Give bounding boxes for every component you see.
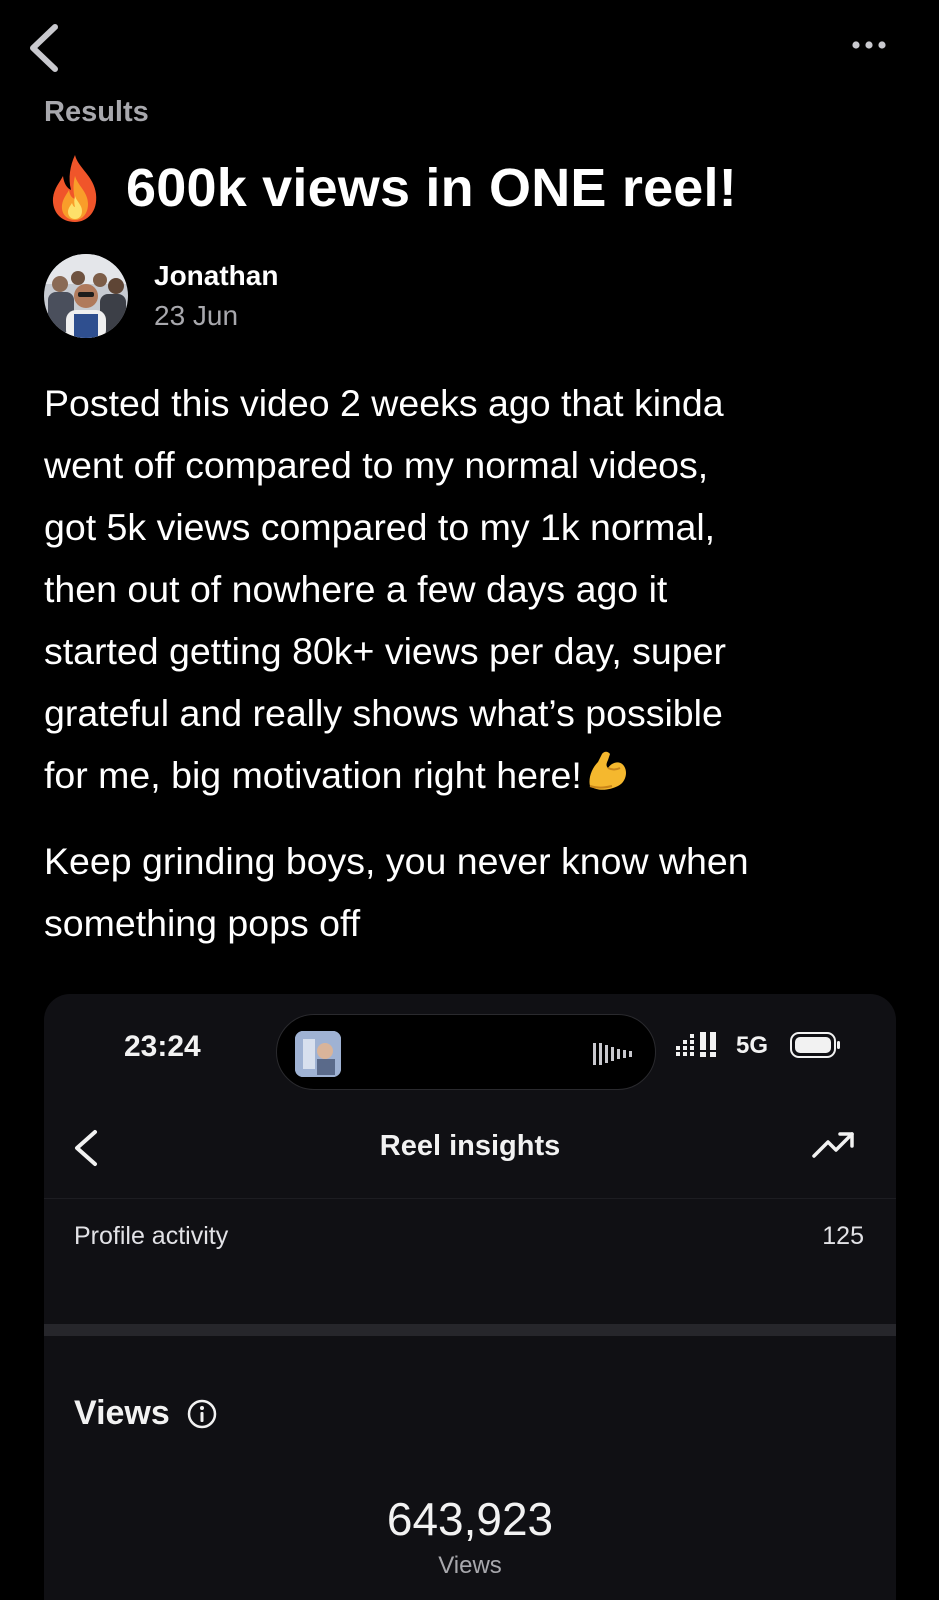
post-line: Keep grinding boys, you never know when bbox=[44, 840, 749, 882]
top-bar bbox=[0, 0, 939, 100]
breadcrumb[interactable]: Results bbox=[44, 96, 149, 129]
views-heading-label: Views bbox=[74, 1394, 170, 1432]
views-count: 643,923 bbox=[386, 1493, 554, 1545]
post-title: 600k views in ONE reel! bbox=[126, 158, 737, 218]
signal-icon bbox=[676, 1032, 716, 1057]
flexed-biceps-icon bbox=[589, 751, 626, 790]
post-date: 23 Jun bbox=[154, 300, 239, 331]
status-time: 23:24 bbox=[124, 1030, 201, 1063]
post-paragraph-2: Keep grinding boys, you never know when … bbox=[44, 830, 914, 954]
post-line: went off compared to my normal videos, bbox=[44, 444, 709, 486]
profile-activity-label: Profile activity bbox=[74, 1222, 229, 1250]
post-line: then out of nowhere a few days ago it bbox=[44, 568, 668, 610]
post-line: got 5k views compared to my 1k normal, bbox=[44, 506, 716, 548]
fire-icon bbox=[52, 155, 97, 222]
insights-title: Reel insights bbox=[379, 1130, 561, 1162]
post-line: Posted this video 2 weeks ago that kinda bbox=[44, 382, 724, 424]
section-divider bbox=[44, 1324, 896, 1336]
post-body: Posted this video 2 weeks ago that kinda… bbox=[44, 372, 914, 978]
profile-activity-value: 125 bbox=[822, 1222, 864, 1250]
audio-waveform-icon bbox=[593, 1043, 632, 1065]
chevron-left-icon bbox=[30, 24, 58, 72]
author-meta: Jonathan 23 Jun bbox=[154, 260, 278, 332]
divider bbox=[44, 1198, 896, 1199]
post-line: for me, big motivation right here! bbox=[44, 754, 582, 796]
author-name[interactable]: Jonathan bbox=[154, 260, 278, 292]
info-icon[interactable] bbox=[186, 1398, 218, 1430]
post-paragraph-1: Posted this video 2 weeks ago that kinda… bbox=[44, 372, 914, 806]
avatar[interactable] bbox=[44, 254, 128, 338]
network-label: 5G bbox=[736, 1032, 769, 1059]
avatar-photo bbox=[44, 254, 128, 338]
post-line: started getting 80k+ views per day, supe… bbox=[44, 630, 726, 672]
views-caption: Views bbox=[438, 1552, 502, 1579]
post-title-row: 600k views in ONE reel! bbox=[44, 148, 737, 228]
trending-up-icon[interactable] bbox=[812, 1130, 856, 1160]
media-thumbnail bbox=[295, 1031, 341, 1077]
views-heading: Views bbox=[74, 1394, 218, 1433]
embedded-screenshot[interactable]: 23:24 5G Reel insights Profile activity … bbox=[44, 994, 896, 1600]
dynamic-island bbox=[276, 1014, 656, 1090]
back-button[interactable] bbox=[22, 20, 66, 76]
author-row: Jonathan 23 Jun bbox=[44, 254, 278, 338]
battery-icon bbox=[790, 1032, 840, 1058]
post-line: something pops off bbox=[44, 902, 361, 944]
more-options-button[interactable] bbox=[849, 30, 889, 60]
more-horizontal-icon bbox=[852, 41, 886, 49]
post-line: grateful and really shows what’s possibl… bbox=[44, 692, 723, 734]
